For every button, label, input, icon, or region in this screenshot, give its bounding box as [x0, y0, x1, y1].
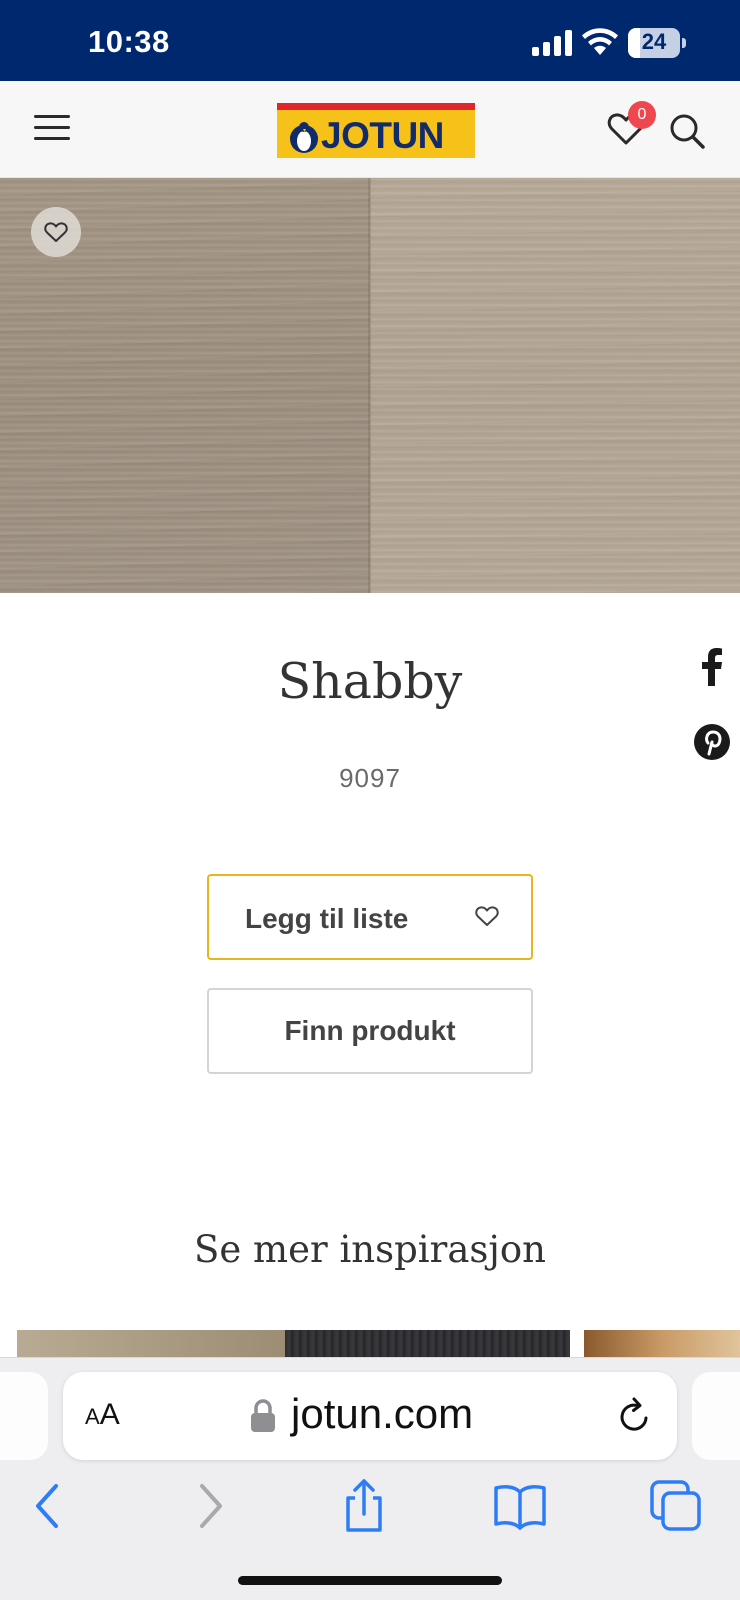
tabs-icon[interactable]: [648, 1478, 704, 1534]
url-text: jotun.com: [291, 1390, 474, 1437]
next-tab-preview[interactable]: [692, 1372, 740, 1460]
battery-indicator: 24: [628, 28, 686, 58]
color-swatch-image: [0, 178, 740, 593]
status-bar: 10:38 24: [0, 0, 740, 81]
battery-percent: 24: [641, 29, 667, 54]
share-icon[interactable]: [336, 1478, 392, 1534]
color-code: 9097: [339, 763, 401, 793]
color-name: Shabby: [277, 653, 463, 710]
wood-sample-right: [370, 178, 740, 593]
hamburger-menu-icon[interactable]: [34, 113, 70, 143]
bookmarks-icon[interactable]: [492, 1478, 548, 1534]
pinterest-icon[interactable]: [692, 722, 732, 762]
jotun-logo[interactable]: JOTUN: [277, 103, 475, 158]
facebook-icon[interactable]: [692, 646, 732, 686]
forward-icon[interactable]: [180, 1478, 236, 1534]
browser-toolbar: AA jotun.com: [0, 1357, 740, 1600]
penguin-icon: [290, 122, 318, 153]
inspiration-thumb[interactable]: [17, 1330, 285, 1358]
add-to-list-button[interactable]: Legg til liste: [207, 874, 533, 960]
cellular-signal-icon: [532, 30, 572, 56]
previous-tab-preview[interactable]: [0, 1372, 48, 1460]
wifi-icon: [582, 28, 618, 55]
reader-options-button[interactable]: AA: [85, 1398, 120, 1432]
status-time: 10:38: [88, 24, 170, 59]
heart-icon: [44, 222, 68, 242]
site-header: JOTUN 0: [0, 81, 740, 178]
inspiration-thumb[interactable]: [584, 1330, 740, 1358]
home-indicator[interactable]: [238, 1576, 502, 1585]
inspiration-thumb[interactable]: [285, 1330, 570, 1358]
lock-icon: [251, 1399, 275, 1432]
search-icon[interactable]: [668, 112, 706, 150]
reload-icon[interactable]: [615, 1396, 653, 1436]
back-icon[interactable]: [22, 1478, 78, 1534]
logo-text: JOTUN: [321, 115, 444, 156]
inspiration-heading: Se mer inspirasjon: [194, 1228, 546, 1271]
find-product-button[interactable]: Finn produkt: [207, 988, 533, 1074]
favorite-button[interactable]: [31, 207, 81, 257]
heart-icon: [475, 906, 499, 926]
inspiration-carousel[interactable]: [0, 1330, 740, 1358]
add-to-list-label: Legg til liste: [245, 903, 409, 934]
wishlist-count-badge: 0: [628, 101, 656, 129]
address-bar[interactable]: AA jotun.com: [63, 1372, 677, 1460]
